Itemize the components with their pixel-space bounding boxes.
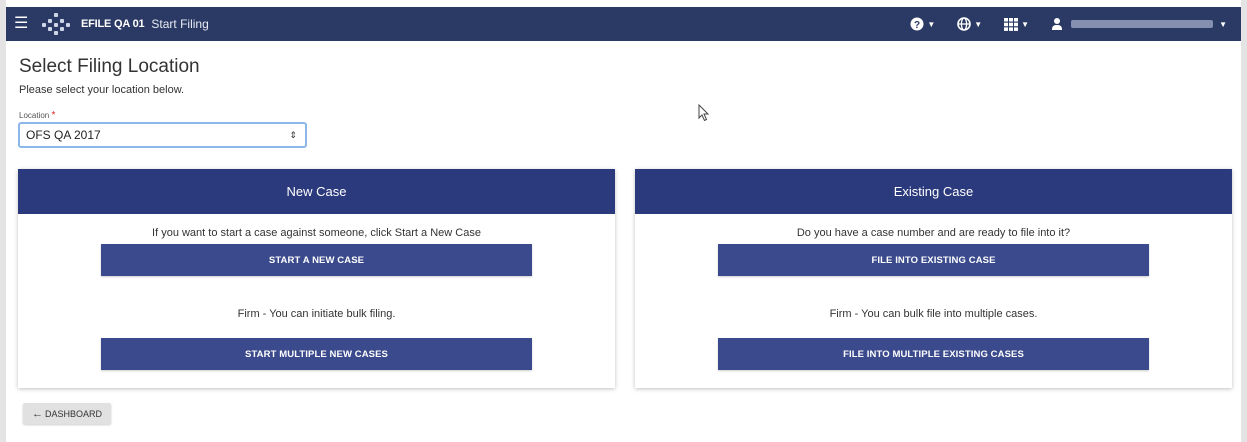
help-menu-button[interactable]: ? ▼ — [910, 17, 935, 31]
location-label: Location * — [19, 110, 55, 121]
bulk-filing-description: Firm - You can initiate bulk filing. — [237, 308, 396, 320]
existing-case-description: Do you have a case number and are ready … — [796, 227, 1071, 239]
location-select[interactable]: OFS QA 2017 ⇕ — [18, 122, 307, 148]
user-name-redacted — [1071, 20, 1214, 28]
location-select-value: OFS QA 2017 — [26, 128, 101, 142]
brand-name[interactable]: EFILE QA 01 — [81, 18, 145, 30]
chevron-down-icon: ▼ — [974, 19, 983, 29]
chevron-down-icon: ▼ — [1219, 19, 1227, 29]
user-menu-button[interactable]: ▼ — [1051, 18, 1227, 30]
logo-icon[interactable] — [42, 13, 70, 35]
new-case-description: If you want to start a case against some… — [152, 227, 481, 239]
dashboard-label: DASHBOARD — [44, 408, 102, 419]
globe-icon — [957, 17, 972, 31]
existing-case-card: Existing Case Do you have a case number … — [635, 169, 1232, 388]
hamburger-icon[interactable]: ☰ — [14, 16, 30, 32]
required-indicator: * — [51, 110, 56, 121]
top-navbar: ☰ EFILE QA 01 Start Filing ? ▼ ▼ ▼ ▼ — [6, 7, 1241, 41]
page-subtitle: Please select your location below. — [19, 84, 185, 96]
apps-menu-button[interactable]: ▼ — [1004, 17, 1030, 31]
language-menu-button[interactable]: ▼ — [957, 17, 982, 31]
chevron-down-icon: ▼ — [927, 19, 936, 29]
question-circle-icon: ? — [910, 17, 924, 31]
user-icon — [1051, 18, 1063, 30]
file-into-existing-case-button[interactable]: FILE INTO EXISTING CASE — [718, 244, 1149, 276]
new-case-card: New Case If you want to start a case aga… — [18, 169, 615, 388]
new-case-header: New Case — [18, 169, 615, 214]
start-new-case-button[interactable]: START A NEW CASE — [101, 244, 532, 276]
existing-case-header: Existing Case — [635, 169, 1232, 214]
mouse-cursor-icon — [698, 104, 710, 122]
svg-text:?: ? — [914, 20, 920, 31]
page-breadcrumb: Start Filing — [151, 17, 209, 31]
start-multiple-new-cases-button[interactable]: START MULTIPLE NEW CASES — [101, 338, 532, 370]
grid-icon — [1004, 17, 1019, 31]
navbar-actions: ? ▼ ▼ ▼ ▼ — [910, 7, 1241, 41]
chevron-down-icon: ▼ — [1021, 19, 1030, 29]
location-label-text: Location — [19, 111, 50, 120]
bulk-file-description: Firm - You can bulk file into multiple c… — [829, 308, 1038, 320]
dashboard-button[interactable]: ← DASHBOARD — [23, 403, 111, 424]
file-into-multiple-existing-cases-button[interactable]: FILE INTO MULTIPLE EXISTING CASES — [718, 338, 1149, 370]
page-title: Select Filing Location — [19, 56, 200, 77]
arrow-left-icon: ← — [31, 407, 43, 420]
select-arrows-icon: ⇕ — [289, 129, 297, 140]
